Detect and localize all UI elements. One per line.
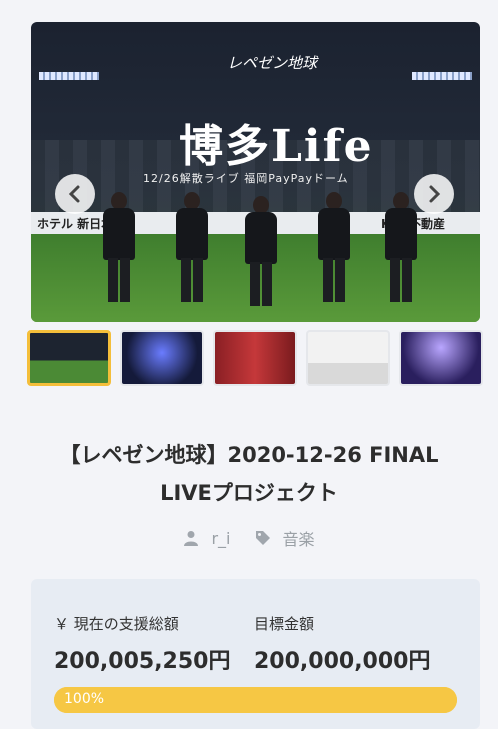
hero-image: レペゼン地球 博多Life 12/26解散ライブ 福岡PayPayドーム ホテル… (31, 22, 480, 322)
person-figure (101, 192, 137, 302)
current-amount-label: ￥ 現在の支援総額 (54, 615, 179, 633)
person-figure (316, 192, 352, 302)
carousel-next-button[interactable] (414, 174, 454, 214)
project-title: 【レペゼン地球】2020-12-26 FINAL LIVEプロジェクト (30, 436, 468, 512)
project-title-line2: LIVEプロジェクト (160, 481, 338, 505)
user-icon (184, 531, 199, 546)
category-link[interactable]: 音楽 (255, 526, 315, 550)
carousel-prev-button[interactable] (55, 174, 95, 214)
thumbnail-1[interactable] (27, 330, 111, 386)
category-name: 音楽 (282, 530, 315, 549)
progress-text: 100% (64, 691, 105, 707)
goal-amount-label: 目標金額 (254, 615, 315, 633)
author-link[interactable]: r_i (183, 528, 231, 548)
chevron-right-icon (429, 185, 441, 203)
tag-icon (255, 531, 270, 545)
hero-logo: レペゼン地球 (227, 54, 318, 72)
project-title-line1: 【レペゼン地球】2020-12-26 FINAL (59, 443, 439, 467)
thumbnail-2[interactable] (120, 330, 204, 386)
progress-bar: 100% (54, 687, 457, 713)
thumbnail-4[interactable] (306, 330, 390, 386)
chevron-left-icon (68, 185, 80, 203)
thumbnail-5[interactable] (399, 330, 483, 386)
goal-amount-value: 200,000,000円 (254, 649, 431, 674)
progress-fill (54, 687, 457, 713)
project-meta: r_i 音楽 (0, 526, 498, 550)
stadium-lights (412, 72, 472, 80)
author-name: r_i (211, 528, 231, 548)
person-figure (243, 196, 279, 306)
hero-art-title: 博多Life (179, 121, 374, 172)
current-amount-value: 200,005,250円 (54, 649, 231, 674)
person-figure (174, 192, 210, 302)
funding-panel: ￥ 現在の支援総額 200,005,250円 目標金額 200,000,000円… (31, 579, 480, 729)
thumbnail-3[interactable] (213, 330, 297, 386)
thumbnail-strip (27, 330, 485, 390)
person-figure (383, 192, 419, 302)
hero-art-subtitle: 12/26解散ライブ 福岡PayPayドーム (143, 172, 349, 185)
stadium-lights (39, 72, 99, 80)
